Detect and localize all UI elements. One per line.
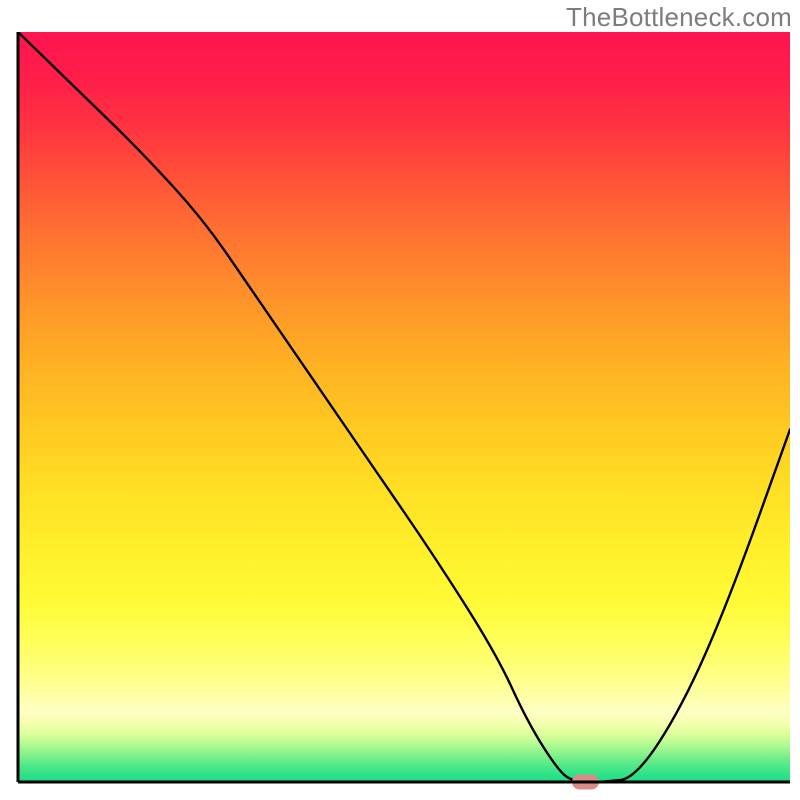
watermark-text: TheBottleneck.com bbox=[566, 2, 792, 33]
chart-stage: TheBottleneck.com bbox=[0, 0, 800, 800]
bottleneck-chart bbox=[0, 0, 800, 800]
